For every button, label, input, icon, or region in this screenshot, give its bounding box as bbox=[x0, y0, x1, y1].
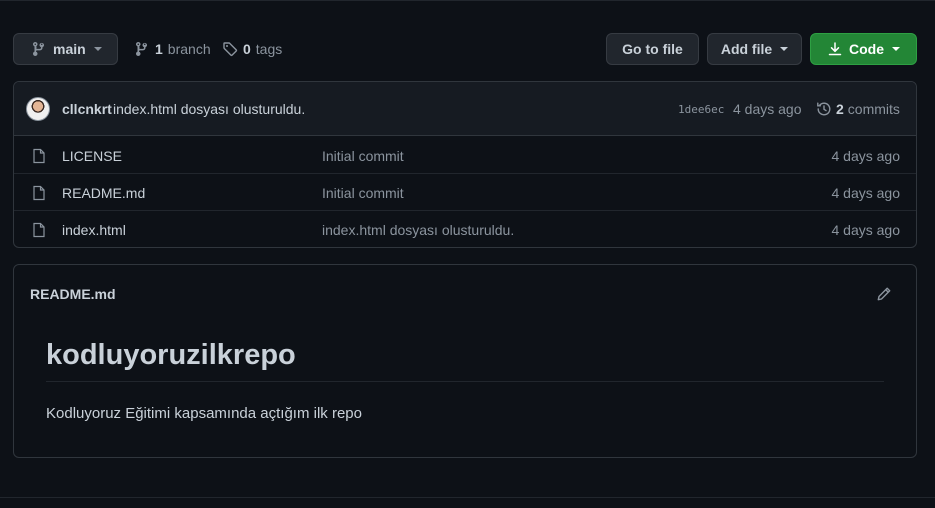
file-age: 4 days ago bbox=[831, 148, 901, 164]
commit-time: 4 days ago bbox=[733, 101, 802, 117]
chevron-down-icon bbox=[93, 47, 102, 51]
readme-heading: kodluyoruzilkrepo bbox=[46, 339, 884, 382]
file-icon bbox=[32, 185, 46, 204]
go-to-file-button[interactable]: Go to file bbox=[606, 33, 699, 65]
git-branch-icon bbox=[134, 41, 150, 57]
file-commit-message[interactable]: Initial commit bbox=[322, 185, 404, 201]
commit-sha[interactable]: 1dee6ec bbox=[678, 103, 724, 116]
branch-count: 1 bbox=[155, 41, 163, 57]
commit-label: commits bbox=[847, 101, 900, 117]
file-row: README.md Initial commit 4 days ago bbox=[14, 174, 916, 211]
top-divider bbox=[0, 0, 935, 1]
commit-message[interactable]: index.html dosyası olusturuldu. bbox=[113, 101, 305, 117]
add-file-label: Add file bbox=[720, 41, 773, 57]
readme-body: Kodluyoruz Eğitimi kapsamında açtığım il… bbox=[46, 405, 362, 422]
readme-panel: README.md kodluyoruzilkrepo Kodluyoruz E… bbox=[13, 264, 917, 458]
git-branch-icon bbox=[31, 41, 47, 57]
commit-author[interactable]: cllcnkrt bbox=[62, 101, 112, 117]
file-age: 4 days ago bbox=[831, 222, 901, 238]
pencil-icon[interactable] bbox=[876, 286, 892, 305]
file-name[interactable]: LICENSE bbox=[62, 148, 122, 164]
branches-link[interactable]: 1 branch bbox=[134, 33, 211, 65]
file-icon bbox=[32, 148, 46, 167]
file-age: 4 days ago bbox=[831, 185, 901, 201]
tags-link[interactable]: 0 tags bbox=[222, 33, 282, 65]
chevron-down-icon bbox=[892, 47, 900, 51]
repo-toolbar: main 1 branch 0 tags Go to file Add file… bbox=[13, 33, 917, 65]
readme-filename[interactable]: README.md bbox=[30, 286, 116, 302]
bottom-divider bbox=[0, 497, 935, 498]
add-file-button[interactable]: Add file bbox=[707, 33, 802, 65]
commits-history-link[interactable]: 2 commits bbox=[816, 101, 900, 117]
file-commit-message[interactable]: index.html dosyası olusturuldu. bbox=[322, 222, 514, 238]
history-icon bbox=[816, 101, 832, 117]
chevron-down-icon bbox=[780, 47, 789, 51]
go-to-file-label: Go to file bbox=[622, 41, 683, 57]
file-commit-message[interactable]: Initial commit bbox=[322, 148, 404, 164]
commit-count: 2 bbox=[836, 101, 844, 117]
file-icon bbox=[32, 222, 46, 241]
latest-commit-bar: cllcnkrt index.html dosyası olusturuldu.… bbox=[14, 82, 916, 136]
file-name[interactable]: index.html bbox=[62, 222, 126, 238]
file-row: index.html index.html dosyası olusturuld… bbox=[14, 211, 916, 247]
tag-label: tags bbox=[255, 41, 283, 57]
file-row: LICENSE Initial commit 4 days ago bbox=[14, 137, 916, 174]
tag-icon bbox=[222, 41, 238, 57]
file-name[interactable]: README.md bbox=[62, 185, 145, 201]
branch-selector-button[interactable]: main bbox=[13, 33, 118, 65]
avatar[interactable] bbox=[26, 97, 50, 121]
code-button[interactable]: Code bbox=[810, 33, 917, 65]
code-label: Code bbox=[849, 41, 884, 57]
tag-count: 0 bbox=[243, 41, 251, 57]
file-list: cllcnkrt index.html dosyası olusturuldu.… bbox=[13, 81, 917, 248]
download-icon bbox=[827, 41, 843, 57]
branch-label: branch bbox=[167, 41, 211, 57]
branch-name: main bbox=[53, 41, 86, 57]
